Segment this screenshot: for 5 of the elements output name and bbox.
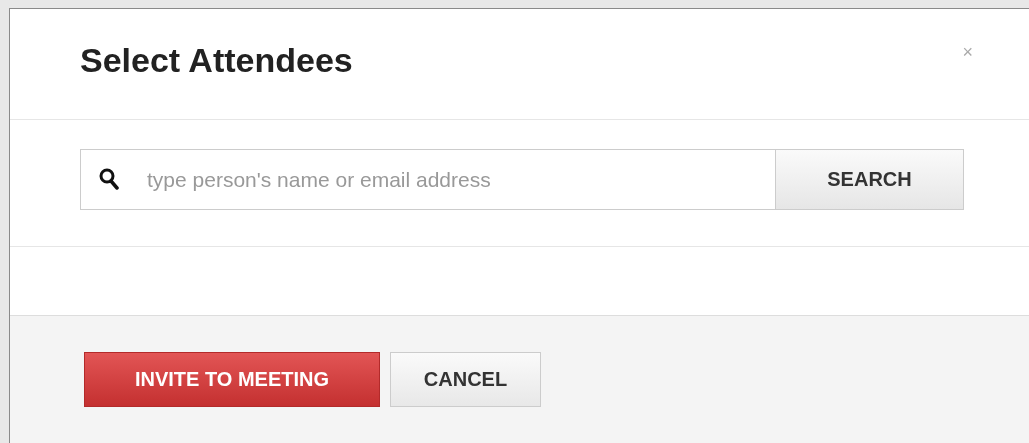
search-button[interactable]: SEARCH [776, 149, 964, 210]
search-field[interactable]: type person's name or email address [80, 149, 776, 210]
invite-button[interactable]: INVITE TO MEETING [84, 352, 380, 407]
cancel-button[interactable]: CANCEL [390, 352, 541, 407]
dialog-title: Select Attendees [80, 40, 353, 80]
